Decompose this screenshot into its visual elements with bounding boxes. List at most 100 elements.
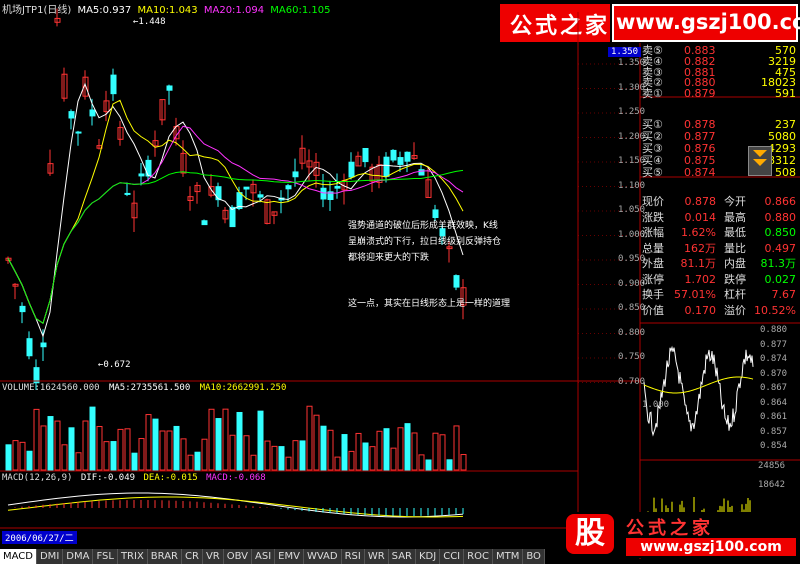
quote-label-2: 最低 xyxy=(724,226,746,239)
quote-label-2: 溢价 xyxy=(724,303,746,317)
indicator-tab[interactable]: RSI xyxy=(341,549,365,564)
candle-body xyxy=(68,111,75,119)
volume-bar xyxy=(82,420,89,471)
volume-bar xyxy=(306,405,313,471)
volume-bar xyxy=(250,454,257,471)
indicator-tab[interactable]: FSL xyxy=(93,549,118,564)
volume-bar xyxy=(61,444,68,471)
bottom-brand-url: www.gszj100.com xyxy=(626,538,796,556)
candle-body xyxy=(285,185,292,190)
volume-bar xyxy=(5,444,12,471)
volume-bar xyxy=(75,452,82,471)
volume-bar xyxy=(425,459,432,471)
macd-dif-line xyxy=(7,492,464,518)
indicator-tab[interactable]: DMI xyxy=(36,549,64,564)
quote-value: 57.01% xyxy=(674,288,716,301)
volume-bar xyxy=(103,441,110,471)
quote-row: 涨跌 0.014 最高 0.880 xyxy=(642,210,798,225)
quote-label: 涨跌 xyxy=(642,210,664,224)
quote-row: 外盘 81.1万 内盘 81.3万 xyxy=(642,256,798,271)
volume-bar xyxy=(383,428,390,471)
candle-body xyxy=(40,342,47,348)
quote-label-2: 跌停 xyxy=(724,272,746,286)
indicator-tab[interactable]: ROC xyxy=(464,549,493,564)
volume-bar xyxy=(418,454,425,471)
volume-bar xyxy=(453,425,460,471)
candle-body xyxy=(348,161,355,178)
volume-bar xyxy=(68,427,75,471)
volume-bar xyxy=(362,442,369,471)
volume-bar xyxy=(96,425,103,471)
candle-body xyxy=(404,151,411,162)
volume-bar xyxy=(397,427,404,471)
quote-label: 换手 xyxy=(642,288,664,301)
indicator-tab[interactable]: KDJ xyxy=(416,549,441,564)
candle-body xyxy=(397,157,404,165)
candle-body xyxy=(418,169,425,176)
mini-axis-tick: 0.867 xyxy=(760,383,788,393)
current-price-tag: 1.350 xyxy=(608,47,642,57)
volume-bar xyxy=(285,456,292,471)
volume-bar xyxy=(292,440,299,471)
mini-left-label: 1.000 xyxy=(642,400,670,410)
indicator-tab[interactable]: ASI xyxy=(252,549,276,564)
quote-value-2: 0.850 xyxy=(764,226,797,239)
price-axis-tick: 0.800 xyxy=(618,327,646,338)
candle-body xyxy=(138,173,145,177)
volume-bar xyxy=(327,429,334,471)
order-book: 卖⑤ 0.883 570 卖④ 0.882 3219 卖③ 0.881 475 卖② 0.880 18… xyxy=(642,43,798,179)
volume-bar xyxy=(215,418,222,471)
indicator-tab[interactable]: BRAR xyxy=(147,549,182,564)
volume-bar xyxy=(187,454,194,471)
indicator-tab[interactable]: TRIX xyxy=(117,549,148,564)
indicator-tab[interactable]: CCI xyxy=(440,549,465,564)
volume-ma10: MA10:2662991.250 xyxy=(199,383,287,393)
order-price: 0.874 xyxy=(684,166,716,179)
quote-value: 0.878 xyxy=(684,195,717,208)
indicator-tab[interactable]: EMV xyxy=(275,549,304,564)
quote-row: 价值 0.170 溢价 10.52% xyxy=(642,303,798,318)
indicator-tab[interactable]: OBV xyxy=(223,549,252,564)
candle-body xyxy=(292,171,299,178)
volume-bar xyxy=(278,446,285,471)
volume-bar xyxy=(439,434,446,471)
quote-label: 涨停 xyxy=(642,272,664,286)
candle-body xyxy=(453,275,460,288)
volume-bar xyxy=(173,425,180,471)
volume-ma5: MA5:2735561.500 xyxy=(108,383,191,393)
candle-body xyxy=(390,149,397,161)
candle-body xyxy=(75,131,82,134)
quote-value-2: 0.497 xyxy=(764,241,797,255)
candle-body xyxy=(320,187,327,200)
indicator-tab[interactable]: BO xyxy=(523,549,545,564)
low-price-label: ←0.672 xyxy=(98,360,131,370)
indicator-tab[interactable]: DMA xyxy=(63,549,94,564)
indicator-tab[interactable]: MTM xyxy=(492,549,524,564)
volume-bar xyxy=(411,432,418,471)
volume-bar xyxy=(334,456,341,471)
indicator-tab[interactable]: VR xyxy=(202,549,224,564)
indicator-tab[interactable]: SAR xyxy=(388,549,416,564)
bottom-brand: 股 公式之家 www.gszj100.com xyxy=(566,512,798,558)
quote-value: 162万 xyxy=(684,241,716,255)
quote-label-2: 量比 xyxy=(724,241,746,255)
volume-bar xyxy=(12,440,19,471)
scroll-arrows-button[interactable] xyxy=(748,146,772,176)
indicator-tab[interactable]: MACD xyxy=(0,549,37,564)
chevron-down-icon-2 xyxy=(753,159,767,166)
volume-bar xyxy=(404,423,411,471)
macd-dif: DIF:-0.049 xyxy=(80,473,136,483)
indicator-tab[interactable]: WR xyxy=(364,549,389,564)
volume-bar xyxy=(432,432,439,471)
macd-value: MACD:-0.068 xyxy=(206,473,266,483)
volume-bar xyxy=(131,452,138,471)
indicator-tab[interactable]: CR xyxy=(182,549,203,564)
candle-body xyxy=(362,147,369,163)
volume-bar xyxy=(376,430,383,471)
quote-label-2: 今开 xyxy=(724,195,746,208)
macd-dea-line xyxy=(7,496,464,518)
indicator-tab[interactable]: WVAD xyxy=(303,549,342,564)
volume-bar xyxy=(138,438,145,471)
quote-label: 总量 xyxy=(642,241,664,255)
mini-axis-tick: 0.861 xyxy=(760,412,788,422)
